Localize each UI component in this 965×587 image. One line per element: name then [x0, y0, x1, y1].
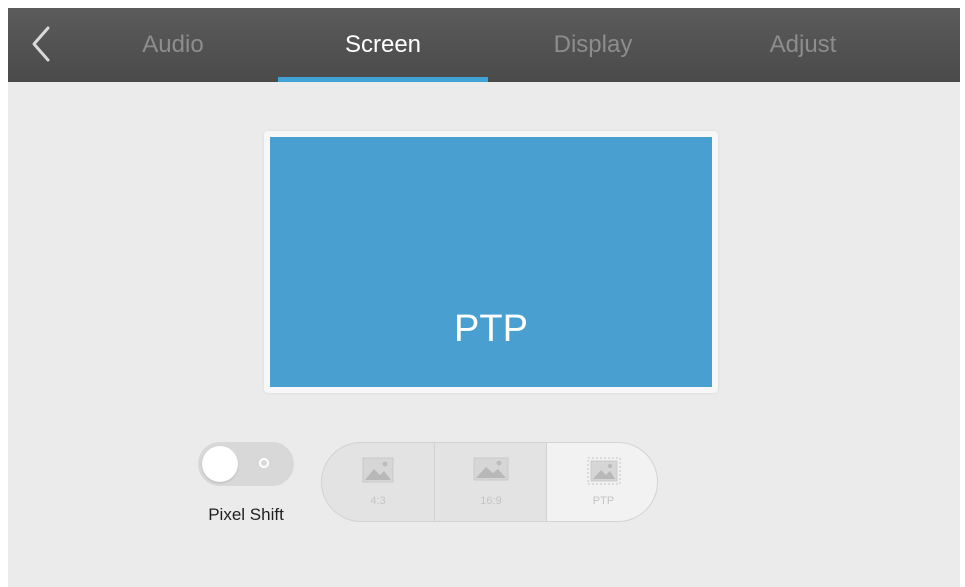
pixel-shift-toggle[interactable] [198, 442, 294, 486]
tab-display-label: Display [553, 31, 633, 58]
tab-screen[interactable]: Screen [278, 8, 488, 82]
toggle-knob [202, 446, 238, 482]
chevron-left-icon [26, 24, 62, 64]
aspect-option-16-9[interactable]: 16:9 [434, 443, 547, 521]
tab-screen-label: Screen [344, 31, 422, 58]
active-tab-indicator [278, 77, 488, 82]
aspect-preview-area: PTP [270, 137, 712, 387]
image-icon [362, 457, 394, 483]
aspect-option-4-3[interactable]: 4:3 [322, 443, 434, 521]
screen-settings-page: Audio Screen Display Adjust PTP Pixel Sh… [8, 8, 960, 587]
aspect-ratio-selector: 4:3 16:9 PTP [321, 442, 658, 522]
aspect-option-label: PTP [592, 495, 615, 507]
pixel-shift-label: Pixel Shift [208, 505, 284, 524]
image-icon [587, 457, 621, 485]
tab-audio[interactable]: Audio [68, 8, 278, 82]
aspect-option-label: 4:3 [370, 495, 386, 507]
toggle-off-icon [259, 458, 269, 468]
tab-adjust-label: Adjust [769, 31, 837, 58]
tab-display[interactable]: Display [488, 8, 698, 82]
tab-audio-label: Audio [142, 31, 204, 58]
back-button[interactable] [26, 24, 62, 64]
aspect-option-ptp[interactable]: PTP [546, 443, 657, 521]
tab-adjust[interactable]: Adjust [698, 8, 908, 82]
preview-mode-label: PTP [454, 308, 528, 350]
aspect-option-label: 16:9 [480, 495, 502, 507]
top-nav-bar: Audio Screen Display Adjust [8, 8, 960, 82]
aspect-preview-card: PTP [264, 131, 718, 393]
image-icon [473, 457, 509, 481]
